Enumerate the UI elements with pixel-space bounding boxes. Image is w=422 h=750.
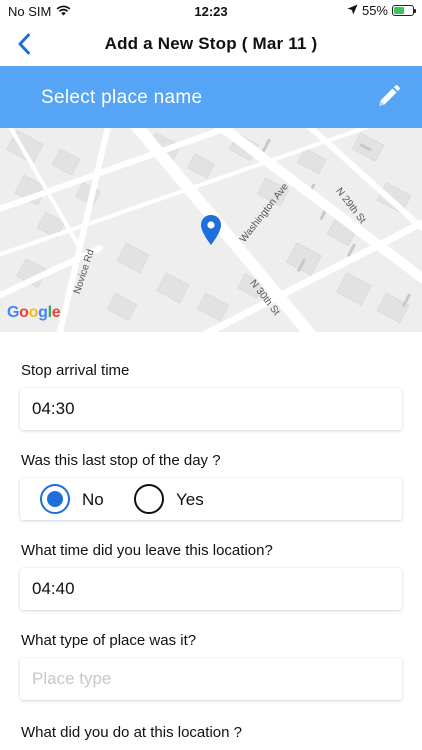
pencil-icon [379,85,400,106]
radio-yes[interactable] [134,484,164,514]
arrival-time-value: 04:30 [32,399,75,418]
last-stop-label: Was this last stop of the day ? [21,452,221,469]
select-place-bar[interactable]: Select place name [0,66,422,128]
radio-yes-label[interactable]: Yes [176,490,204,510]
page-title: Add a New Stop ( Mar 11 ) [104,34,318,53]
location-arrow-icon [347,3,358,18]
radio-no[interactable] [40,484,70,514]
place-type-placeholder: Place type [32,669,112,688]
activity-label: What did you do at this location ? [21,724,242,741]
status-bar: No SIM 12:23 55% [0,0,422,22]
google-logo: Google [7,304,61,321]
battery-percent: 55% [361,3,388,18]
place-type-label: What type of place was it? [21,632,197,649]
map-view[interactable]: Washington Ave N 29th St N 30th St Novic… [0,128,422,332]
battery-icon [392,5,416,16]
arrival-time-label: Stop arrival time [21,362,130,379]
location-pin-icon[interactable] [200,214,222,246]
select-place-label: Select place name [41,87,203,108]
leave-time-field[interactable]: 04:40 [20,568,402,610]
leave-time-value: 04:40 [32,579,75,598]
radio-no-label[interactable]: No [82,490,104,510]
edit-place-button[interactable] [374,83,402,111]
status-right: 55% [347,3,416,18]
nav-bar: Add a New Stop ( Mar 11 ) [0,22,422,66]
arrival-time-field[interactable]: 04:30 [20,388,402,430]
place-type-field[interactable]: Place type [20,658,402,700]
last-stop-radio-group: No Yes [20,478,402,520]
battery-fill [394,7,404,14]
leave-time-label: What time did you leave this location? [21,542,273,559]
